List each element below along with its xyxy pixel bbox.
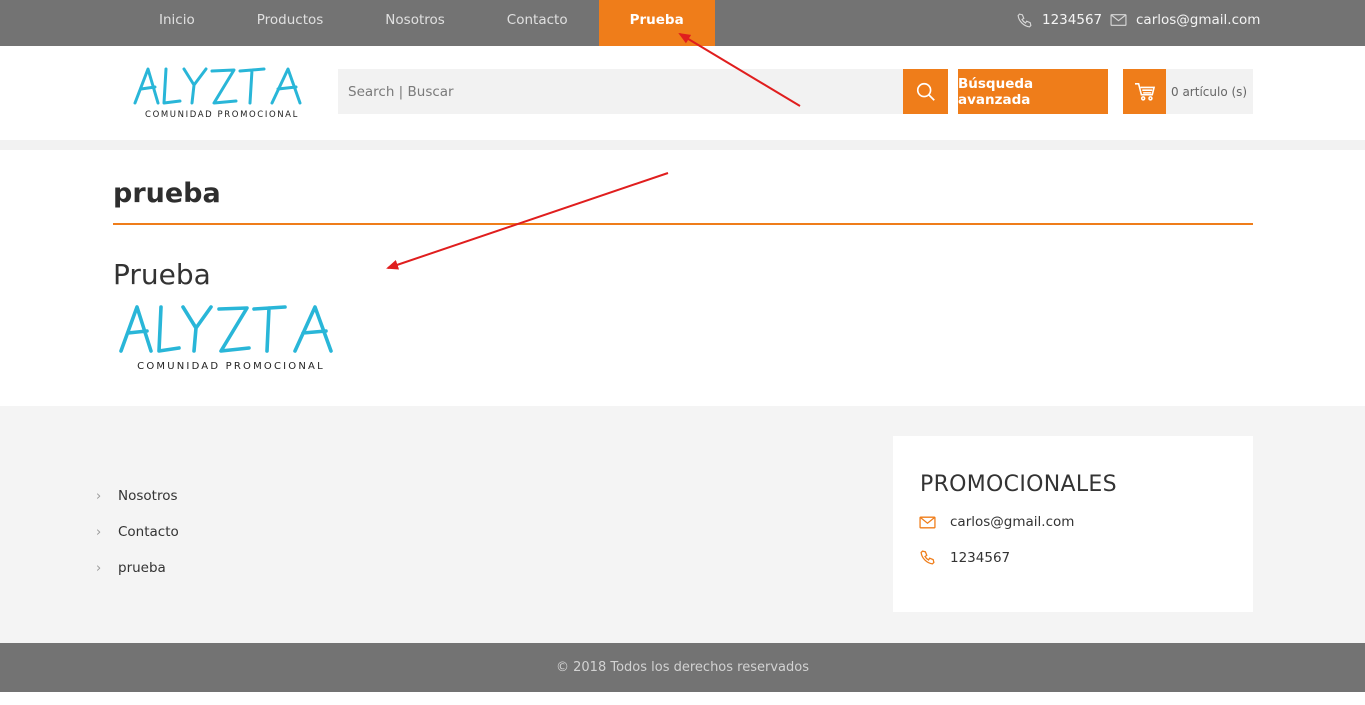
chevron-right-icon: › [96, 524, 102, 540]
copyright-bar: © 2018 Todos los derechos reservados [0, 643, 1365, 692]
footer-link-label: Nosotros [118, 488, 178, 504]
svg-text:COMUNIDAD PROMOCIONAL: COMUNIDAD PROMOCIONAL [137, 361, 325, 372]
copyright-text: © 2018 Todos los derechos reservados [556, 660, 809, 675]
footer-link-nosotros[interactable]: › Nosotros [96, 478, 179, 514]
nav-item-productos[interactable]: Productos [226, 0, 355, 46]
svg-text:COMUNIDAD PROMOCIONAL: COMUNIDAD PROMOCIONAL [145, 110, 299, 120]
nav-item-inicio[interactable]: Inicio [128, 0, 226, 46]
content-logo-image: COMUNIDAD PROMOCIONAL [119, 305, 333, 372]
top-phone: 1234567 [1016, 0, 1102, 40]
main-nav: Inicio Productos Nosotros Contacto Prueb… [128, 0, 715, 46]
header: COMUNIDAD PROMOCIONAL Búsqueda avanzada … [0, 46, 1365, 140]
mail-icon [1110, 14, 1127, 26]
promo-phone-text: 1234567 [950, 549, 1011, 566]
promo-email-text: carlos@gmail.com [950, 514, 1075, 530]
header-separator [0, 140, 1365, 150]
chevron-right-icon: › [96, 488, 102, 504]
search-icon [916, 82, 935, 101]
nav-item-prueba[interactable]: Prueba [598, 0, 715, 46]
section-heading: Prueba [113, 258, 211, 291]
title-divider [113, 223, 1253, 225]
footer-link-label: prueba [118, 560, 166, 576]
promo-phone: 1234567 [919, 549, 1010, 566]
cart-label: 0 artículo (s) [1171, 84, 1248, 99]
nav-item-nosotros[interactable]: Nosotros [354, 0, 476, 46]
footer-link-label: Contacto [118, 524, 179, 540]
footer-links: › Nosotros › Contacto › prueba [96, 478, 179, 586]
alyzta-logo[interactable]: COMUNIDAD PROMOCIONAL [132, 65, 312, 121]
cart-icon [1134, 82, 1155, 101]
footer-link-prueba[interactable]: › prueba [96, 550, 179, 586]
search-button[interactable] [903, 69, 948, 114]
promo-email[interactable]: carlos@gmail.com [919, 514, 1074, 530]
top-phone-text: 1234567 [1042, 12, 1103, 28]
page-title: prueba [113, 178, 221, 209]
promo-card: PROMOCIONALES carlos@gmail.com 1234567 [893, 436, 1253, 612]
advanced-search-button[interactable]: Búsqueda avanzada [958, 69, 1108, 114]
search-input[interactable] [338, 69, 903, 114]
top-bar: Inicio Productos Nosotros Contacto Prueb… [0, 0, 1365, 46]
footer-link-contacto[interactable]: › Contacto [96, 514, 179, 550]
phone-icon [1017, 12, 1032, 27]
phone-icon [920, 550, 935, 565]
mail-icon [919, 516, 936, 528]
top-email[interactable]: carlos@gmail.com [1110, 0, 1260, 40]
footer: › Nosotros › Contacto › prueba PROMOCION… [0, 406, 1365, 643]
top-email-text: carlos@gmail.com [1136, 12, 1261, 28]
cart-icon-box [1123, 69, 1166, 114]
annotation-arrow-heading [386, 172, 669, 270]
cart-button[interactable]: 0 artículo (s) [1123, 69, 1253, 114]
chevron-right-icon: › [96, 560, 102, 576]
nav-item-contacto[interactable]: Contacto [476, 0, 599, 46]
promo-title: PROMOCIONALES [920, 472, 1117, 497]
